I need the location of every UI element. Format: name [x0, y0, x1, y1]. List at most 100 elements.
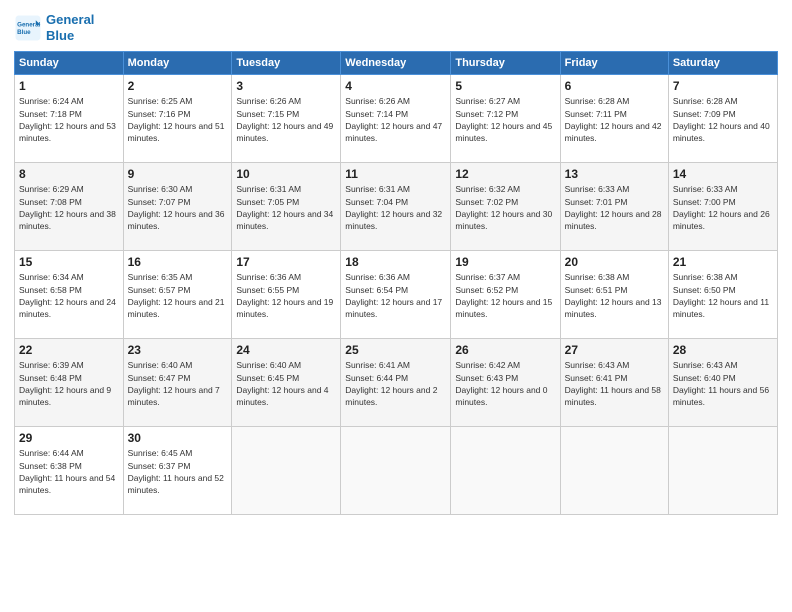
- day-info: Sunrise: 6:36 AMSunset: 6:54 PMDaylight:…: [345, 272, 442, 319]
- day-number: 19: [455, 255, 555, 269]
- day-info: Sunrise: 6:40 AMSunset: 6:45 PMDaylight:…: [236, 360, 328, 407]
- day-info: Sunrise: 6:26 AMSunset: 7:14 PMDaylight:…: [345, 96, 442, 143]
- day-number: 21: [673, 255, 773, 269]
- day-number: 2: [128, 79, 228, 93]
- calendar-cell: [668, 427, 777, 515]
- calendar-cell: 11 Sunrise: 6:31 AMSunset: 7:04 PMDaylig…: [341, 163, 451, 251]
- day-number: 12: [455, 167, 555, 181]
- day-number: 15: [19, 255, 119, 269]
- day-info: Sunrise: 6:24 AMSunset: 7:18 PMDaylight:…: [19, 96, 116, 143]
- calendar-cell: [232, 427, 341, 515]
- calendar-cell: 27 Sunrise: 6:43 AMSunset: 6:41 PMDaylig…: [560, 339, 668, 427]
- calendar-week-row: 8 Sunrise: 6:29 AMSunset: 7:08 PMDayligh…: [15, 163, 778, 251]
- calendar-cell: [451, 427, 560, 515]
- calendar-cell: 24 Sunrise: 6:40 AMSunset: 6:45 PMDaylig…: [232, 339, 341, 427]
- calendar-cell: 20 Sunrise: 6:38 AMSunset: 6:51 PMDaylig…: [560, 251, 668, 339]
- day-info: Sunrise: 6:32 AMSunset: 7:02 PMDaylight:…: [455, 184, 552, 231]
- day-info: Sunrise: 6:33 AMSunset: 7:01 PMDaylight:…: [565, 184, 662, 231]
- calendar-cell: 9 Sunrise: 6:30 AMSunset: 7:07 PMDayligh…: [123, 163, 232, 251]
- calendar-cell: 13 Sunrise: 6:33 AMSunset: 7:01 PMDaylig…: [560, 163, 668, 251]
- day-info: Sunrise: 6:28 AMSunset: 7:11 PMDaylight:…: [565, 96, 662, 143]
- calendar-cell: [341, 427, 451, 515]
- weekday-header: Monday: [123, 52, 232, 75]
- weekday-header: Tuesday: [232, 52, 341, 75]
- day-number: 17: [236, 255, 336, 269]
- calendar-cell: 18 Sunrise: 6:36 AMSunset: 6:54 PMDaylig…: [341, 251, 451, 339]
- day-number: 14: [673, 167, 773, 181]
- day-info: Sunrise: 6:33 AMSunset: 7:00 PMDaylight:…: [673, 184, 770, 231]
- day-number: 16: [128, 255, 228, 269]
- calendar-week-row: 15 Sunrise: 6:34 AMSunset: 6:58 PMDaylig…: [15, 251, 778, 339]
- calendar-header: SundayMondayTuesdayWednesdayThursdayFrid…: [15, 52, 778, 75]
- day-number: 18: [345, 255, 446, 269]
- day-number: 22: [19, 343, 119, 357]
- day-number: 28: [673, 343, 773, 357]
- day-number: 1: [19, 79, 119, 93]
- day-number: 5: [455, 79, 555, 93]
- day-info: Sunrise: 6:27 AMSunset: 7:12 PMDaylight:…: [455, 96, 552, 143]
- calendar-cell: 25 Sunrise: 6:41 AMSunset: 6:44 PMDaylig…: [341, 339, 451, 427]
- day-number: 20: [565, 255, 664, 269]
- day-info: Sunrise: 6:38 AMSunset: 6:50 PMDaylight:…: [673, 272, 769, 319]
- calendar-cell: 21 Sunrise: 6:38 AMSunset: 6:50 PMDaylig…: [668, 251, 777, 339]
- calendar-table: SundayMondayTuesdayWednesdayThursdayFrid…: [14, 51, 778, 515]
- day-info: Sunrise: 6:37 AMSunset: 6:52 PMDaylight:…: [455, 272, 552, 319]
- calendar-cell: 7 Sunrise: 6:28 AMSunset: 7:09 PMDayligh…: [668, 75, 777, 163]
- logo-icon: General Blue: [14, 14, 42, 42]
- day-number: 6: [565, 79, 664, 93]
- calendar-week-row: 1 Sunrise: 6:24 AMSunset: 7:18 PMDayligh…: [15, 75, 778, 163]
- calendar-cell: 14 Sunrise: 6:33 AMSunset: 7:00 PMDaylig…: [668, 163, 777, 251]
- calendar-week-row: 29 Sunrise: 6:44 AMSunset: 6:38 PMDaylig…: [15, 427, 778, 515]
- day-info: Sunrise: 6:29 AMSunset: 7:08 PMDaylight:…: [19, 184, 116, 231]
- day-number: 3: [236, 79, 336, 93]
- day-number: 13: [565, 167, 664, 181]
- day-number: 7: [673, 79, 773, 93]
- calendar-cell: 6 Sunrise: 6:28 AMSunset: 7:11 PMDayligh…: [560, 75, 668, 163]
- day-number: 29: [19, 431, 119, 445]
- weekday-header: Saturday: [668, 52, 777, 75]
- day-info: Sunrise: 6:30 AMSunset: 7:07 PMDaylight:…: [128, 184, 225, 231]
- day-info: Sunrise: 6:40 AMSunset: 6:47 PMDaylight:…: [128, 360, 220, 407]
- calendar-cell: 17 Sunrise: 6:36 AMSunset: 6:55 PMDaylig…: [232, 251, 341, 339]
- calendar-cell: [560, 427, 668, 515]
- calendar-cell: 12 Sunrise: 6:32 AMSunset: 7:02 PMDaylig…: [451, 163, 560, 251]
- calendar-body: 1 Sunrise: 6:24 AMSunset: 7:18 PMDayligh…: [15, 75, 778, 515]
- day-info: Sunrise: 6:43 AMSunset: 6:40 PMDaylight:…: [673, 360, 769, 407]
- day-info: Sunrise: 6:38 AMSunset: 6:51 PMDaylight:…: [565, 272, 662, 319]
- calendar-cell: 23 Sunrise: 6:40 AMSunset: 6:47 PMDaylig…: [123, 339, 232, 427]
- weekday-header: Sunday: [15, 52, 124, 75]
- day-info: Sunrise: 6:25 AMSunset: 7:16 PMDaylight:…: [128, 96, 225, 143]
- day-info: Sunrise: 6:28 AMSunset: 7:09 PMDaylight:…: [673, 96, 770, 143]
- day-info: Sunrise: 6:44 AMSunset: 6:38 PMDaylight:…: [19, 448, 115, 495]
- calendar-cell: 16 Sunrise: 6:35 AMSunset: 6:57 PMDaylig…: [123, 251, 232, 339]
- day-number: 9: [128, 167, 228, 181]
- weekday-header: Wednesday: [341, 52, 451, 75]
- day-info: Sunrise: 6:35 AMSunset: 6:57 PMDaylight:…: [128, 272, 225, 319]
- day-number: 10: [236, 167, 336, 181]
- day-info: Sunrise: 6:36 AMSunset: 6:55 PMDaylight:…: [236, 272, 333, 319]
- calendar-page: General Blue GeneralBlue SundayMondayTue…: [0, 0, 792, 612]
- day-info: Sunrise: 6:42 AMSunset: 6:43 PMDaylight:…: [455, 360, 547, 407]
- day-info: Sunrise: 6:26 AMSunset: 7:15 PMDaylight:…: [236, 96, 333, 143]
- day-info: Sunrise: 6:31 AMSunset: 7:05 PMDaylight:…: [236, 184, 333, 231]
- page-header: General Blue GeneralBlue: [14, 12, 778, 43]
- calendar-cell: 4 Sunrise: 6:26 AMSunset: 7:14 PMDayligh…: [341, 75, 451, 163]
- calendar-cell: 26 Sunrise: 6:42 AMSunset: 6:43 PMDaylig…: [451, 339, 560, 427]
- calendar-cell: 22 Sunrise: 6:39 AMSunset: 6:48 PMDaylig…: [15, 339, 124, 427]
- calendar-cell: 29 Sunrise: 6:44 AMSunset: 6:38 PMDaylig…: [15, 427, 124, 515]
- calendar-cell: 15 Sunrise: 6:34 AMSunset: 6:58 PMDaylig…: [15, 251, 124, 339]
- day-number: 27: [565, 343, 664, 357]
- day-info: Sunrise: 6:39 AMSunset: 6:48 PMDaylight:…: [19, 360, 111, 407]
- day-number: 25: [345, 343, 446, 357]
- calendar-cell: 2 Sunrise: 6:25 AMSunset: 7:16 PMDayligh…: [123, 75, 232, 163]
- calendar-cell: 3 Sunrise: 6:26 AMSunset: 7:15 PMDayligh…: [232, 75, 341, 163]
- calendar-cell: 10 Sunrise: 6:31 AMSunset: 7:05 PMDaylig…: [232, 163, 341, 251]
- weekday-header: Thursday: [451, 52, 560, 75]
- calendar-cell: 1 Sunrise: 6:24 AMSunset: 7:18 PMDayligh…: [15, 75, 124, 163]
- day-info: Sunrise: 6:43 AMSunset: 6:41 PMDaylight:…: [565, 360, 661, 407]
- calendar-cell: 30 Sunrise: 6:45 AMSunset: 6:37 PMDaylig…: [123, 427, 232, 515]
- calendar-week-row: 22 Sunrise: 6:39 AMSunset: 6:48 PMDaylig…: [15, 339, 778, 427]
- calendar-cell: 28 Sunrise: 6:43 AMSunset: 6:40 PMDaylig…: [668, 339, 777, 427]
- day-info: Sunrise: 6:34 AMSunset: 6:58 PMDaylight:…: [19, 272, 116, 319]
- calendar-cell: 19 Sunrise: 6:37 AMSunset: 6:52 PMDaylig…: [451, 251, 560, 339]
